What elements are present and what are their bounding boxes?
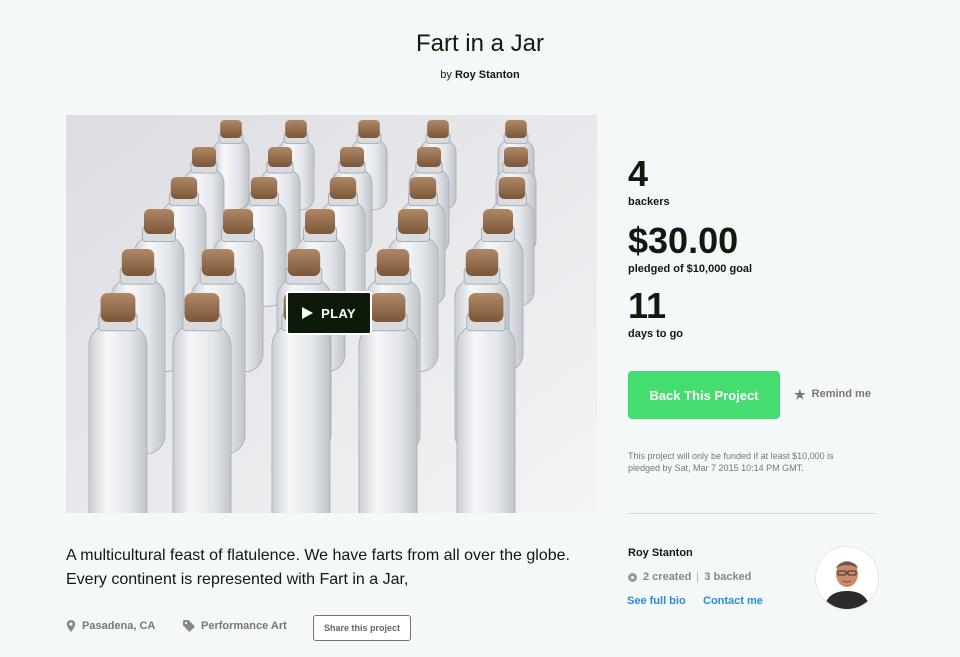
cork: [268, 147, 292, 167]
cork: [465, 249, 499, 276]
backers-stat: 4 backers: [628, 153, 670, 209]
project-video[interactable]: PLAY: [66, 115, 597, 513]
pledged-label: pledged of $10,000 goal: [628, 263, 753, 275]
cork: [144, 209, 174, 234]
cork: [170, 177, 198, 199]
bottle: [88, 324, 148, 513]
project-title: Fart in a Jar: [415, 30, 545, 57]
cork: [376, 249, 410, 276]
share-project-button[interactable]: Share this project: [313, 615, 411, 641]
cork: [250, 177, 278, 199]
pledged-amount: $30.00: [628, 220, 739, 261]
cork: [498, 177, 526, 199]
bottle: [271, 324, 331, 513]
bottle: [456, 324, 516, 513]
avatar[interactable]: [815, 546, 879, 610]
cork: [223, 209, 253, 234]
play-button[interactable]: PLAY: [286, 291, 372, 335]
funding-note: This project will only be funded if at l…: [628, 451, 834, 473]
cork: [340, 147, 364, 167]
cork: [285, 120, 307, 138]
location-label: Pasadena, CA: [82, 620, 156, 632]
back-project-button[interactable]: Back This Project: [628, 371, 780, 419]
creator-stats: 2 created 3 backed: [628, 571, 751, 583]
cork: [192, 147, 216, 167]
category-link[interactable]: Performance Art: [183, 620, 287, 632]
creator-name[interactable]: Roy Stanton: [628, 547, 693, 559]
cork: [184, 293, 220, 322]
byline-creator[interactable]: Roy Stanton: [455, 69, 520, 81]
byline-prefix: by: [440, 69, 452, 81]
cork: [409, 177, 437, 199]
star-icon: ★: [794, 386, 806, 402]
cork: [220, 120, 242, 138]
cork: [504, 147, 528, 167]
tag-icon: [183, 620, 195, 632]
cork: [305, 209, 335, 234]
stats-separator: [697, 572, 699, 582]
cork: [468, 293, 504, 322]
days-stat: 11 days to go: [628, 285, 684, 341]
bottle: [358, 324, 418, 513]
cork: [121, 249, 155, 276]
backers-count: 4: [628, 153, 649, 194]
location-pin-icon: [66, 620, 76, 632]
bottle: [172, 324, 232, 513]
contact-me-link[interactable]: Contact me: [703, 595, 763, 607]
cork: [398, 209, 428, 234]
avatar-image: [816, 547, 878, 609]
backed-count: 3 backed: [704, 571, 752, 583]
play-icon: [302, 307, 314, 319]
cork: [358, 120, 380, 138]
remind-label: Remind me: [811, 388, 871, 400]
created-count: 2 created: [643, 571, 692, 583]
cork: [329, 177, 357, 199]
cork: [483, 209, 513, 234]
byline: by Roy Stanton: [0, 69, 960, 81]
see-full-bio-link[interactable]: See full bio: [627, 595, 686, 607]
backers-label: backers: [628, 196, 670, 208]
cork: [417, 147, 441, 167]
cork: [201, 249, 235, 276]
cork: [370, 293, 406, 322]
category-label: Performance Art: [201, 620, 287, 632]
project-blurb: A multicultural feast of flatulence. We …: [66, 547, 570, 588]
cork: [427, 120, 449, 138]
creator-icon: [628, 572, 637, 582]
play-label: PLAY: [321, 305, 356, 321]
days-count: 11: [628, 285, 667, 326]
cork: [505, 120, 527, 138]
cork: [100, 293, 136, 322]
pledged-stat: $30.00 pledged of $10,000 goal: [628, 220, 753, 276]
divider: [628, 513, 876, 514]
days-label: days to go: [628, 328, 684, 340]
cork: [287, 249, 321, 276]
location-link[interactable]: Pasadena, CA: [66, 620, 155, 632]
remind-me-button[interactable]: ★ Remind me: [794, 386, 871, 402]
